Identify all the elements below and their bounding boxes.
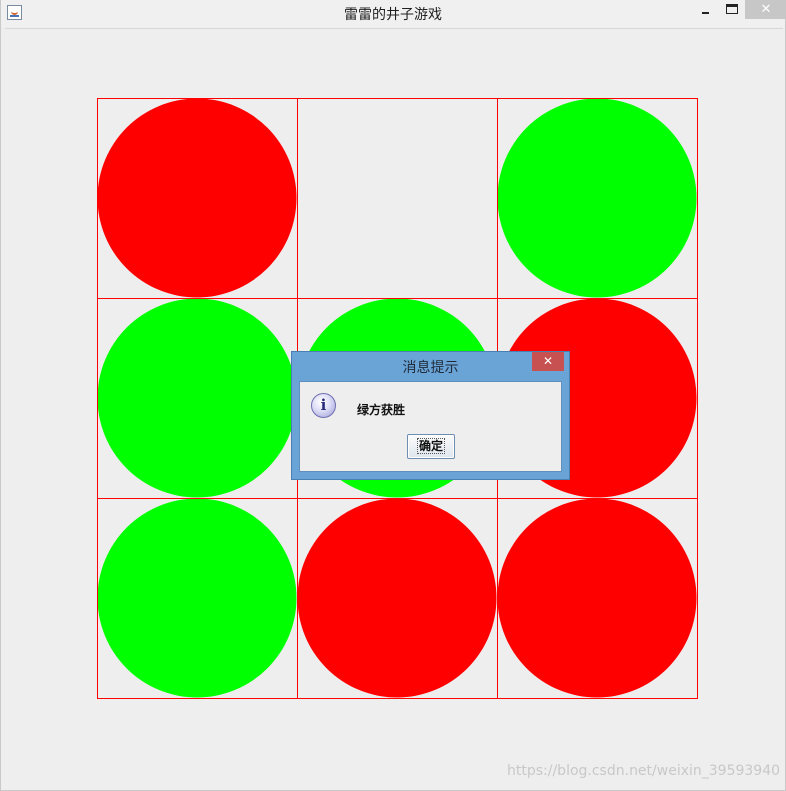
minimize-icon[interactable] (699, 3, 713, 19)
watermark: https://blog.csdn.net/weixin_39593940 (507, 763, 781, 779)
dialog-message: 绿方获胜 (357, 403, 406, 417)
message-dialog: 消息提示 ✕ i 绿方获胜 确定 (291, 351, 570, 480)
app-window: 雷雷的井子游戏 ✕ 消息提示 ✕ i 绿方获胜 确定 https://blog.… (0, 0, 786, 791)
green-piece-r1c0 (97, 298, 297, 498)
dialog-close-icon[interactable]: ✕ (532, 352, 564, 371)
red-piece-r2c2 (497, 498, 697, 698)
ok-button[interactable]: 确定 (407, 434, 455, 459)
window-title: 雷雷的井子游戏 (344, 7, 442, 23)
dialog-body: i 绿方获胜 确定 (299, 381, 562, 472)
info-icon: i (311, 393, 336, 418)
red-piece-r2c1 (297, 498, 497, 698)
title-bar[interactable]: 雷雷的井子游戏 ✕ (1, 0, 786, 27)
red-piece-r0c0 (97, 98, 297, 298)
close-icon[interactable]: ✕ (745, 0, 786, 19)
board-cell-r0c1[interactable] (297, 98, 498, 299)
green-piece-r0c2 (497, 98, 697, 298)
green-piece-r2c0 (97, 498, 297, 698)
ok-button-label: 确定 (416, 438, 446, 454)
maximize-icon[interactable] (726, 4, 738, 14)
dialog-title: 消息提示 (402, 360, 459, 376)
